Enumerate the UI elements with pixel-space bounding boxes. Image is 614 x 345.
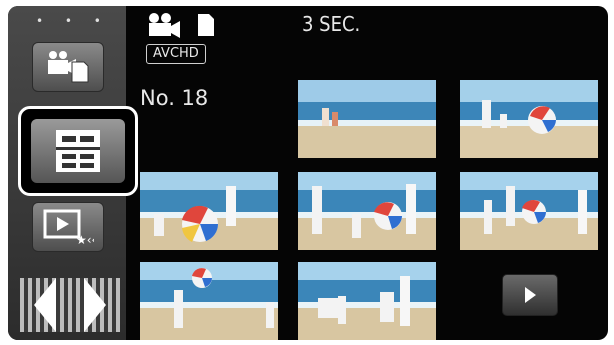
scene-select-icon	[56, 130, 100, 172]
camera-screen: • • • ★‹‹	[8, 6, 608, 340]
thumbnail[interactable]	[298, 172, 436, 250]
thumbnail[interactable]	[298, 262, 436, 340]
media-select-button[interactable]	[32, 42, 104, 92]
thumbnail[interactable]	[460, 80, 598, 158]
format-badge: AVCHD	[146, 44, 206, 64]
next-page-button[interactable]	[502, 274, 558, 316]
thumbnail[interactable]	[460, 172, 598, 250]
svg-text:★‹‹: ★‹‹	[76, 233, 94, 246]
highlight-playback-button[interactable]: ★‹‹	[32, 202, 104, 252]
thumbnail[interactable]	[140, 172, 278, 250]
next-arrow-icon[interactable]	[84, 278, 106, 332]
sd-card-icon	[198, 14, 214, 36]
selected-highlight	[31, 119, 125, 183]
page-indicator: • • •	[36, 14, 110, 28]
prev-arrow-icon[interactable]	[34, 278, 56, 332]
scene-number: No. 18	[140, 86, 209, 110]
play-right-icon	[524, 287, 536, 303]
movie-icon	[149, 13, 180, 38]
sidebar-scroll-control[interactable]	[20, 278, 120, 332]
scene-select-button[interactable]	[18, 106, 138, 196]
camera-media-icon	[48, 51, 89, 83]
thumbnail[interactable]	[140, 262, 278, 340]
scene-duration: 3 SEC.	[302, 12, 361, 36]
playback-highlight-icon: ★‹‹	[43, 209, 94, 246]
header: 3 SEC. AVCHD	[136, 6, 608, 66]
thumbnail[interactable]	[298, 80, 436, 158]
